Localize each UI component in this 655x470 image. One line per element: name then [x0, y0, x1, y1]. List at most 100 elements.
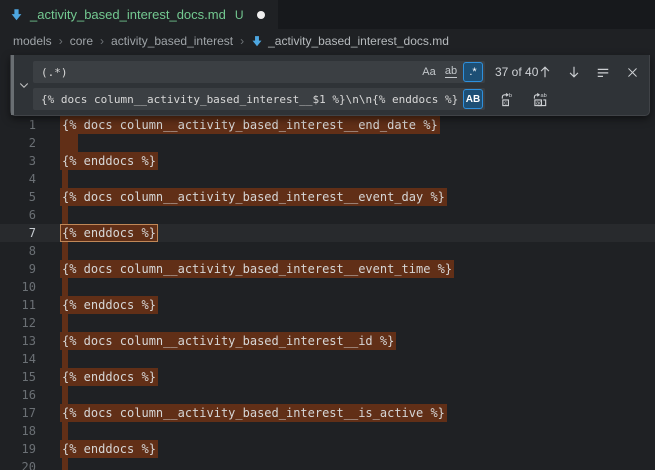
find-in-selection-icon[interactable] [594, 63, 612, 81]
line-content[interactable]: {% docs column__activity_based_interest_… [62, 116, 440, 134]
line-number[interactable]: 2 [0, 134, 36, 152]
regex-toggle[interactable]: .* [463, 62, 483, 82]
replace-all-button[interactable]: ab ac [531, 90, 549, 108]
line-content[interactable] [62, 458, 68, 470]
code-line[interactable]: 2 [0, 134, 655, 152]
line-number[interactable]: 14 [0, 350, 36, 368]
find-match: {% docs column__activity_based_interest_… [60, 332, 396, 350]
empty-match-highlight [62, 278, 68, 296]
line-content[interactable] [62, 242, 68, 260]
code-line[interactable]: 3 {% enddocs %} [0, 152, 655, 170]
code-line[interactable]: 14 [0, 350, 655, 368]
svg-text:b: b [508, 93, 511, 99]
line-number[interactable]: 1 [0, 116, 36, 134]
find-match: {% docs column__activity_based_interest_… [60, 404, 447, 422]
empty-match-highlight [62, 422, 68, 440]
line-content[interactable] [62, 314, 68, 332]
line-number[interactable]: 18 [0, 422, 36, 440]
tab-active-file[interactable]: _activity_based_interest_docs.md U [0, 0, 278, 29]
next-match-button[interactable] [565, 63, 583, 81]
line-content[interactable] [62, 170, 68, 188]
tab-bar: _activity_based_interest_docs.md U [0, 0, 655, 29]
code-line[interactable]: 20 [0, 458, 655, 470]
code-line[interactable]: 15 {% enddocs %} [0, 368, 655, 386]
close-icon[interactable] [623, 63, 641, 81]
line-number[interactable]: 11 [0, 296, 36, 314]
code-line[interactable]: 8 [0, 242, 655, 260]
line-content[interactable]: {% enddocs %} [62, 440, 158, 458]
line-content[interactable] [62, 422, 68, 440]
line-content[interactable]: {% docs column__activity_based_interest_… [62, 188, 447, 206]
code-line[interactable]: 11 {% enddocs %} [0, 296, 655, 314]
line-number[interactable]: 9 [0, 260, 36, 278]
search-input[interactable]: (.*) Aa ab .* [33, 61, 485, 83]
editor-lines: 1 {% docs column__activity_based_interest… [0, 116, 655, 470]
find-match: {% enddocs %} [60, 440, 158, 458]
line-number[interactable]: 4 [0, 170, 36, 188]
find-match: {% enddocs %} [60, 152, 158, 170]
line-number[interactable]: 6 [0, 206, 36, 224]
toggle-replace-chevron-icon[interactable] [16, 55, 32, 115]
line-content[interactable]: {% docs column__activity_based_interest_… [62, 260, 454, 278]
code-line[interactable]: 17 {% docs column__activity_based_interes… [0, 404, 655, 422]
line-number[interactable]: 5 [0, 188, 36, 206]
code-line[interactable]: 10 [0, 278, 655, 296]
breadcrumb-segment[interactable]: core [70, 34, 93, 48]
line-number[interactable]: 20 [0, 458, 36, 470]
line-content[interactable]: {% docs column__activity_based_interest_… [62, 332, 396, 350]
previous-match-button[interactable] [536, 63, 554, 81]
line-number[interactable]: 3 [0, 152, 36, 170]
code-line[interactable]: 4 [0, 170, 655, 188]
code-line[interactable]: 16 [0, 386, 655, 404]
line-content[interactable]: {% docs column__activity_based_interest_… [62, 404, 447, 422]
line-content[interactable] [62, 350, 68, 368]
find-widget-resize-sash[interactable] [11, 55, 14, 115]
find-match: {% docs column__activity_based_interest_… [60, 188, 447, 206]
line-number[interactable]: 8 [0, 242, 36, 260]
replace-button[interactable]: b c [498, 90, 516, 108]
markdown-file-icon [251, 35, 263, 47]
breadcrumb-file-name: _activity_based_interest_docs.md [268, 34, 449, 48]
empty-match-highlight [62, 170, 68, 188]
line-content[interactable]: {% enddocs %} [62, 296, 158, 314]
line-content[interactable]: {% enddocs %} [62, 224, 158, 242]
code-line[interactable]: 19 {% enddocs %} [0, 440, 655, 458]
line-number[interactable]: 17 [0, 404, 36, 422]
breadcrumb-file[interactable]: _activity_based_interest_docs.md [251, 34, 449, 48]
line-number[interactable]: 12 [0, 314, 36, 332]
code-line[interactable]: 7 {% enddocs %} [0, 224, 655, 242]
line-content[interactable]: {% enddocs %} [62, 368, 158, 386]
code-line[interactable]: 13 {% docs column__activity_based_interes… [0, 332, 655, 350]
line-number[interactable]: 16 [0, 386, 36, 404]
replace-value: {% docs column__activity_based_interest_… [41, 93, 461, 106]
line-number[interactable]: 13 [0, 332, 36, 350]
chevron-right-icon: › [100, 34, 104, 48]
code-line[interactable]: 5 {% docs column__activity_based_interest… [0, 188, 655, 206]
unsaved-changes-dot[interactable] [257, 11, 265, 19]
line-content[interactable] [62, 278, 68, 296]
empty-match-highlight [62, 314, 68, 332]
line-number[interactable]: 15 [0, 368, 36, 386]
breadcrumb-segment[interactable]: models [13, 34, 52, 48]
replace-input[interactable]: {% docs column__activity_based_interest_… [33, 88, 485, 110]
code-line[interactable]: 6 [0, 206, 655, 224]
line-content[interactable] [62, 386, 68, 404]
code-line[interactable]: 9 {% docs column__activity_based_interest… [0, 260, 655, 278]
line-number[interactable]: 19 [0, 440, 36, 458]
line-number[interactable]: 10 [0, 278, 36, 296]
match-case-toggle[interactable]: Aa [419, 62, 439, 82]
tab-title: _activity_based_interest_docs.md [30, 7, 226, 22]
whole-word-toggle[interactable]: ab [441, 62, 461, 82]
empty-match-highlight [62, 350, 68, 368]
find-match: {% docs column__activity_based_interest_… [60, 116, 440, 134]
code-line[interactable]: 12 [0, 314, 655, 332]
line-number[interactable]: 7 [0, 224, 36, 242]
breadcrumb-segment[interactable]: activity_based_interest [111, 34, 233, 48]
line-content[interactable] [62, 134, 78, 152]
empty-match-highlight [62, 242, 68, 260]
code-line[interactable]: 18 [0, 422, 655, 440]
line-content[interactable] [62, 206, 68, 224]
code-line[interactable]: 1 {% docs column__activity_based_interest… [0, 116, 655, 134]
preserve-case-toggle[interactable]: AB [463, 89, 483, 109]
line-content[interactable]: {% enddocs %} [62, 152, 158, 170]
